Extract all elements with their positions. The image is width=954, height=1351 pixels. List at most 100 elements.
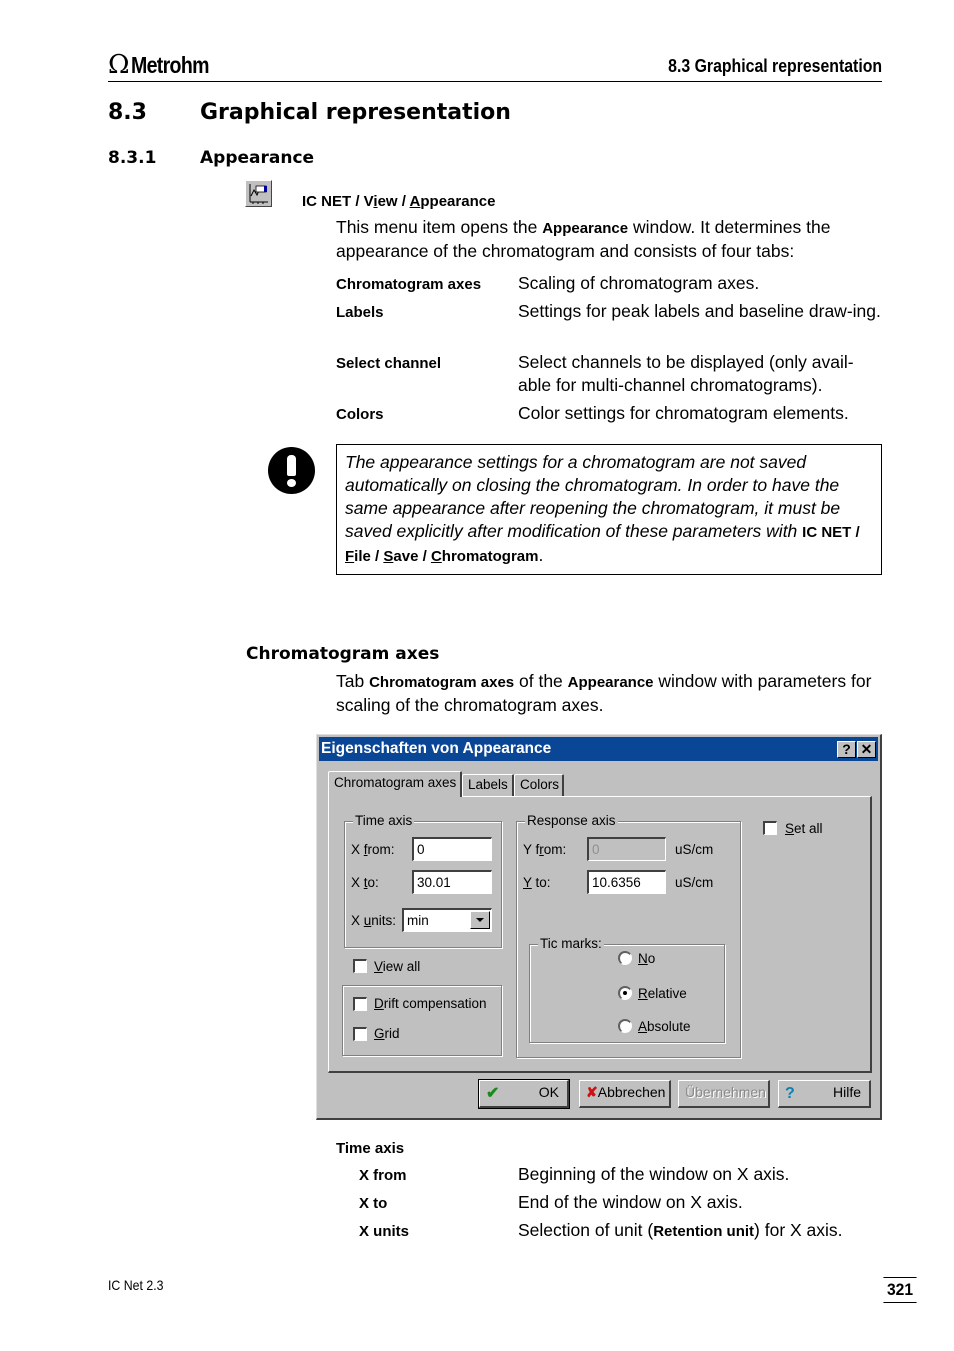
label-mnemonic: A [638, 1019, 648, 1034]
x-units-label: X units: [351, 913, 396, 928]
menu-mnemonic: F [345, 548, 355, 565]
label-text: rom: [367, 842, 395, 857]
x-to-input[interactable] [412, 870, 492, 894]
definition-term: X units [359, 1223, 410, 1240]
ok-button[interactable]: ✔ OK [478, 1079, 570, 1109]
subsection-number: 8.3.1 [108, 148, 157, 168]
desc-text: Selection of unit ( [518, 1220, 654, 1240]
drift-compensation-checkbox[interactable] [353, 997, 367, 1011]
help-button[interactable]: ? Hilfe [778, 1080, 871, 1108]
grid-label[interactable]: Grid [374, 1026, 400, 1041]
group-label: Response axis [525, 813, 618, 828]
dialog-title: Eigenschaften von Appearance [321, 740, 552, 757]
section-number: 8.3 [108, 100, 147, 125]
tab-colors[interactable]: Colors [514, 774, 564, 796]
definition-desc: Color settings for chromatogram elements… [518, 403, 849, 423]
y-from-input [587, 837, 666, 861]
x-units-select[interactable]: min [402, 908, 492, 932]
label-text: X [351, 842, 364, 857]
label-text: Y f [523, 842, 540, 857]
chromatogram-axes-heading: Chromatogram axes [246, 644, 440, 664]
x-from-label: X from: [351, 842, 395, 857]
chromatogram-axes-paragraph: Tab Chromatogram axes of the Appearance … [336, 670, 884, 717]
intro-bold: Appearance [542, 220, 629, 237]
label-text: o: [367, 875, 379, 890]
tic-relative-label[interactable]: Relative [638, 986, 687, 1001]
grid-checkbox[interactable] [353, 1027, 367, 1041]
x-icon: ✘ [586, 1084, 598, 1100]
button-label: OK [538, 1084, 559, 1100]
view-all-checkbox[interactable] [353, 959, 367, 973]
header-divider [108, 81, 882, 82]
label-mnemonic: V [374, 959, 383, 974]
button-label: Hilfe [832, 1084, 861, 1100]
label-text: X [351, 875, 364, 890]
close-icon[interactable]: ✕ [857, 741, 876, 758]
tic-relative-radio[interactable] [618, 986, 632, 1000]
label-mnemonic: D [374, 996, 384, 1011]
checkmark-icon: ✔ [486, 1085, 500, 1102]
tic-no-radio[interactable] [618, 951, 632, 965]
note-end: . [538, 545, 544, 565]
desc-text: ) for X axis. [754, 1220, 843, 1240]
label-text: om: [543, 842, 567, 857]
help-icon[interactable]: ? [837, 741, 856, 758]
definition-desc: End of the window on X axis. [518, 1192, 743, 1212]
set-all-label[interactable]: Set all [785, 821, 823, 836]
definition-desc: Beginning of the window on X axis. [518, 1164, 790, 1184]
group-label: Time axis [353, 813, 415, 828]
response-axis-group: Response axis Y from: uS/cm Y to: uS/cm … [516, 813, 741, 1058]
desc-bold: Retention unit [653, 1223, 755, 1240]
note-text: The appearance settings for a chromatogr… [345, 452, 841, 541]
menu-path-appearance: Appearance [410, 193, 496, 210]
menu-text: IC NET / [802, 524, 860, 541]
logo-text: Metrohm [130, 51, 209, 78]
tab-chromatogram-axes[interactable]: Chromatogram axes [328, 771, 462, 797]
tic-marks-group: Tic marks: No Relative Absolute [529, 936, 725, 1043]
menu-separator: / [370, 548, 384, 565]
apply-button: Übernehmen [678, 1080, 770, 1108]
label-text: to: [531, 875, 551, 890]
definition-desc: Select channels to be displayed (only av… [518, 352, 854, 395]
menu-mnemonic: S [383, 548, 394, 565]
definition-term: X from [359, 1167, 407, 1184]
tic-absolute-radio[interactable] [618, 1019, 632, 1033]
definition-term: Labels [336, 304, 384, 321]
page-number: 321 [883, 1277, 917, 1303]
drift-compensation-label[interactable]: Drift compensation [374, 996, 487, 1011]
menu-path-root: IC NET / [302, 193, 364, 210]
label-mnemonic: S [785, 821, 795, 836]
tab-labels[interactable]: Labels [462, 774, 514, 796]
label-mnemonic: N [638, 951, 648, 966]
definition-term: Colors [336, 406, 384, 423]
chevron-down-icon[interactable] [470, 911, 490, 929]
exclamation-icon [268, 447, 315, 494]
note-box: The appearance settings for a chromatogr… [336, 444, 882, 575]
cancel-button[interactable]: ✘Abbrechen [579, 1080, 671, 1108]
set-all-checkbox[interactable] [763, 821, 777, 835]
tic-no-label[interactable]: No [638, 951, 655, 966]
x-to-label: X to: [351, 875, 379, 890]
menu-text: ile [354, 548, 371, 565]
definition-desc: Selection of unit (Retention unit) for X… [518, 1219, 884, 1243]
appearance-dialog: Eigenschaften von Appearance ? ✕ Chromat… [316, 734, 882, 1120]
menu-text: hromatogram [441, 548, 539, 565]
running-header: 8.3 Graphical representation [668, 56, 882, 76]
label-mnemonic: G [374, 1026, 385, 1041]
intro-text: This menu item opens the [336, 217, 543, 237]
group-label: Tic marks: [538, 936, 604, 951]
view-all-label[interactable]: View all [374, 959, 420, 974]
para-bold: Chromatogram axes [369, 674, 515, 691]
y-to-input[interactable] [587, 870, 666, 894]
para-text: of the [514, 671, 568, 691]
definition-desc: Scaling of chromatogram axes. [518, 273, 760, 293]
tic-absolute-label[interactable]: Absolute [638, 1019, 691, 1034]
metrohm-logo: Ω Metrohm [108, 50, 222, 80]
section-title: Graphical representation [200, 100, 511, 125]
label-text: o [647, 951, 656, 966]
dialog-titlebar[interactable]: Eigenschaften von Appearance ? ✕ [319, 737, 878, 761]
label-text: rid [384, 1026, 400, 1041]
y-to-label: Y to: [523, 875, 551, 890]
menu-separator: / [418, 548, 431, 565]
x-from-input[interactable] [412, 837, 492, 861]
